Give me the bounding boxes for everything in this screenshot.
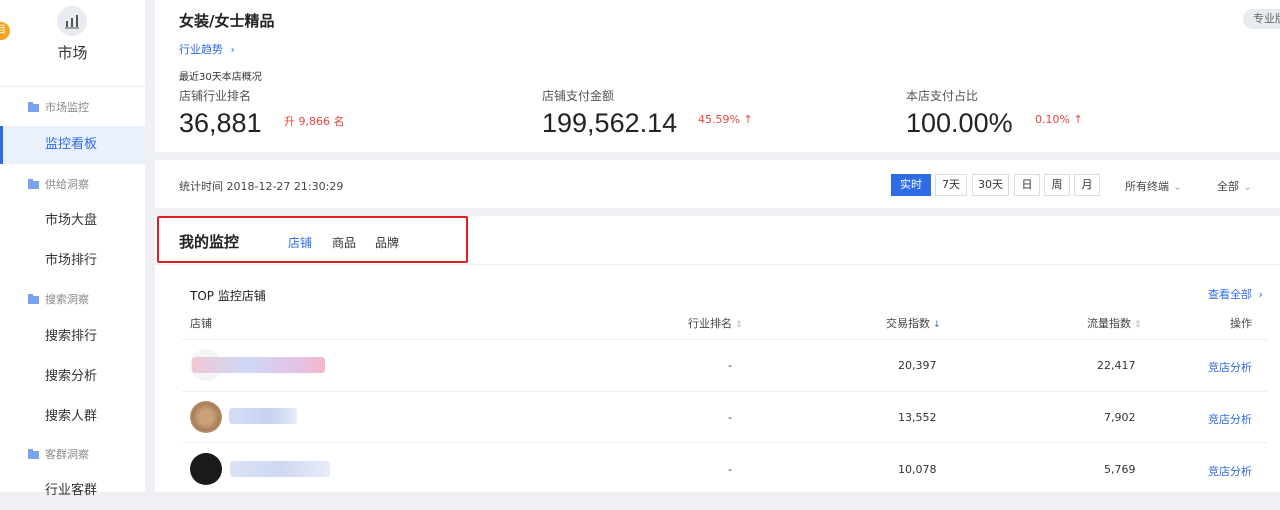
trade-index-cell: 13,552 [898,411,937,424]
metric-industry-rank: 店铺行业排名 36,881 升 9,866 名 [179,87,344,139]
sidebar-group-market-monitor: 市场监控 [28,99,89,115]
market-chart-icon[interactable] [57,6,87,36]
chevron-down-icon: ⌄ [1173,180,1183,193]
group-folder-icon [28,102,39,112]
scope-dropdown[interactable]: 全部 ⌄ [1217,178,1252,194]
metric-value: 199,562.14 [542,108,678,138]
sidebar: 目 市场 市场监控 监控看板 供给洞察 市场大盘 市场排行 搜索洞察 搜索排行 … [0,0,145,498]
group-label: 市场监控 [45,101,89,114]
column-header-label: 流量指数 [1087,317,1131,330]
sidebar-group-supply: 供给洞察 [28,176,89,192]
terminal-dropdown[interactable]: 所有终端 ⌄ [1125,178,1182,194]
metric-label: 店铺行业排名 [179,89,252,103]
time-button-month[interactable]: 月 [1074,174,1100,196]
traffic-index-cell: 7,902 [1104,411,1136,424]
column-header-action: 操作 [1230,317,1252,330]
row-divider [182,391,1267,392]
chevron-right-icon: › [1258,288,1263,301]
column-header-trade[interactable]: 交易指数 ↓ [886,315,941,331]
market-chart-icon-svg [65,15,79,29]
rank-cell: - [728,359,732,372]
column-header-traffic[interactable]: 流量指数 ⇕ [1087,315,1142,331]
time-button-7d[interactable]: 7天 [935,174,967,196]
column-header-shop: 店铺 [190,317,212,330]
sidebar-item-market-overview[interactable]: 市场大盘 [0,202,145,240]
scope-dropdown-label: 全部 [1217,180,1239,193]
metric-value: 100.00% [906,108,1013,138]
metric-label: 店铺支付金额 [542,89,615,103]
traffic-index-cell: 22,417 [1097,359,1136,372]
shop-name-redacted[interactable] [230,461,330,477]
column-header-label: 交易指数 [886,317,930,330]
sidebar-item-market-ranking[interactable]: 市场排行 [0,242,145,280]
group-folder-icon [28,179,39,189]
metric-label: 本店支付占比 [906,89,979,103]
category-title: 女装/女士精品 [179,12,275,30]
notification-badge[interactable]: 目 [0,22,10,40]
terminal-dropdown-label: 所有终端 [1125,180,1169,193]
sidebar-item-search-ranking[interactable]: 搜索排行 [0,318,145,356]
time-button-week[interactable]: 周 [1044,174,1070,196]
time-button-day[interactable]: 日 [1014,174,1040,196]
metric-payment-amount: 店铺支付金额 199,562.14 45.59% ↑ [542,87,753,139]
row-divider [182,339,1267,340]
rank-cell: - [728,411,732,424]
divider [0,86,145,87]
metric-payment-share: 本店支付占比 100.00% 0.10% ↑ [906,87,1083,139]
shop-name-redacted[interactable] [192,357,325,373]
rank-cell: - [728,463,732,476]
trade-index-cell: 20,397 [898,359,937,372]
trade-index-cell: 10,078 [898,463,937,476]
sort-desc-icon: ↓ [933,320,941,330]
view-all-label: 查看全部 [1208,288,1252,301]
monitor-card: 我的监控 店铺 商品 品牌 TOP 监控店铺 查看全部 › 店铺 行业排名 ⇕ 交… [155,216,1280,492]
sidebar-item-monitor-board[interactable]: 监控看板 [0,126,145,164]
chevron-down-icon: ⌄ [1243,180,1253,193]
monitor-title: 我的监控 [179,233,240,251]
group-folder-icon [28,449,39,459]
metric-change: 0.10% ↑ [1035,113,1083,126]
pro-version-tag[interactable]: 专业版 [1243,9,1280,29]
time-button-realtime[interactable]: 实时 [891,174,931,196]
sidebar-item-search-analysis[interactable]: 搜索分析 [0,358,145,396]
overview-card: 女装/女士精品 行业趋势 › 专业版 最近30天本店概况 店铺行业排名 36,8… [155,0,1280,152]
shop-avatar [190,401,222,433]
column-header-rank[interactable]: 行业排名 ⇕ [688,315,743,331]
sidebar-title: 市场 [57,44,88,62]
tab-shop[interactable]: 店铺 [288,234,312,251]
sidebar-item-industry-customer[interactable]: 行业客群 [0,472,145,510]
metric-change: 45.59% ↑ [698,113,753,126]
group-folder-icon [28,294,39,304]
view-all-link[interactable]: 查看全部 › [1208,286,1263,302]
section-title: TOP 监控店铺 [190,289,266,303]
divider [155,264,1280,265]
filter-bar: 统计时间 2018-12-27 21:30:29 实时 7天 30天 日 周 月… [155,160,1280,208]
traffic-index-cell: 5,769 [1104,463,1136,476]
sidebar-group-customer: 客群洞察 [28,446,89,462]
stat-time: 统计时间 2018-12-27 21:30:29 [179,180,344,193]
group-label: 供给洞察 [45,178,89,191]
metric-value: 36,881 [179,108,262,138]
chevron-right-icon: › [230,43,235,56]
group-label: 搜索洞察 [45,293,89,306]
trend-link-label: 行业趋势 [179,43,223,56]
sort-icon: ⇕ [1134,320,1142,330]
metric-change: 升 9,866 名 [284,115,345,128]
competitor-analysis-link[interactable]: 竞店分析 [1208,411,1252,427]
sidebar-group-search: 搜索洞察 [28,291,89,307]
sidebar-item-search-crowd[interactable]: 搜索人群 [0,398,145,436]
tab-brand[interactable]: 品牌 [375,234,399,251]
time-button-30d[interactable]: 30天 [972,174,1009,196]
tab-product[interactable]: 商品 [332,234,356,251]
industry-trend-link[interactable]: 行业趋势 › [179,41,235,57]
shop-avatar [190,453,222,485]
row-divider [182,442,1267,443]
competitor-analysis-link[interactable]: 竞店分析 [1208,463,1252,479]
sort-icon: ⇕ [735,320,743,330]
group-label: 客群洞察 [45,448,89,461]
competitor-analysis-link[interactable]: 竞店分析 [1208,359,1252,375]
shop-name-redacted[interactable] [229,408,297,424]
column-header-label: 行业排名 [688,317,732,330]
recent-overview-label: 最近30天本店概况 [179,72,262,83]
